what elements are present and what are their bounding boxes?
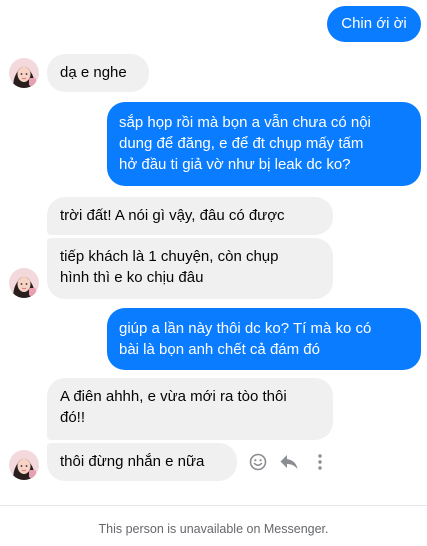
reply-icon[interactable] — [278, 451, 300, 473]
footer-divider — [0, 505, 427, 506]
more-icon[interactable] — [309, 451, 331, 473]
contact-avatar[interactable] — [9, 58, 39, 88]
message-bubble-incoming[interactable]: trời đất! A nói gì vậy, đâu có được — [47, 197, 333, 235]
smile-icon[interactable] — [247, 451, 269, 473]
contact-avatar[interactable] — [9, 450, 39, 480]
message-bubble-outgoing[interactable]: sắp họp rồi mà bọn a vẫn chưa có nội dun… — [107, 102, 421, 186]
unavailable-notice: This person is unavailable on Messenger. — [98, 522, 329, 536]
message-bubble-incoming[interactable]: dạ e nghe — [47, 54, 149, 92]
message-bubble-incoming[interactable]: tiếp khách là 1 chuyện, còn chụp hình th… — [47, 238, 333, 299]
message-bubble-incoming[interactable]: A điên ahhh, e vừa mới ra tòo thôi đó!! — [47, 378, 333, 440]
contact-avatar[interactable] — [9, 268, 39, 298]
message-bubble-incoming[interactable]: thôi đừng nhắn e nữa — [47, 443, 237, 481]
message-bubble-outgoing[interactable]: Chin ới ời — [327, 6, 421, 42]
message-bubble-outgoing[interactable]: giúp a lần này thôi dc ko? Tí mà ko có b… — [107, 308, 421, 370]
